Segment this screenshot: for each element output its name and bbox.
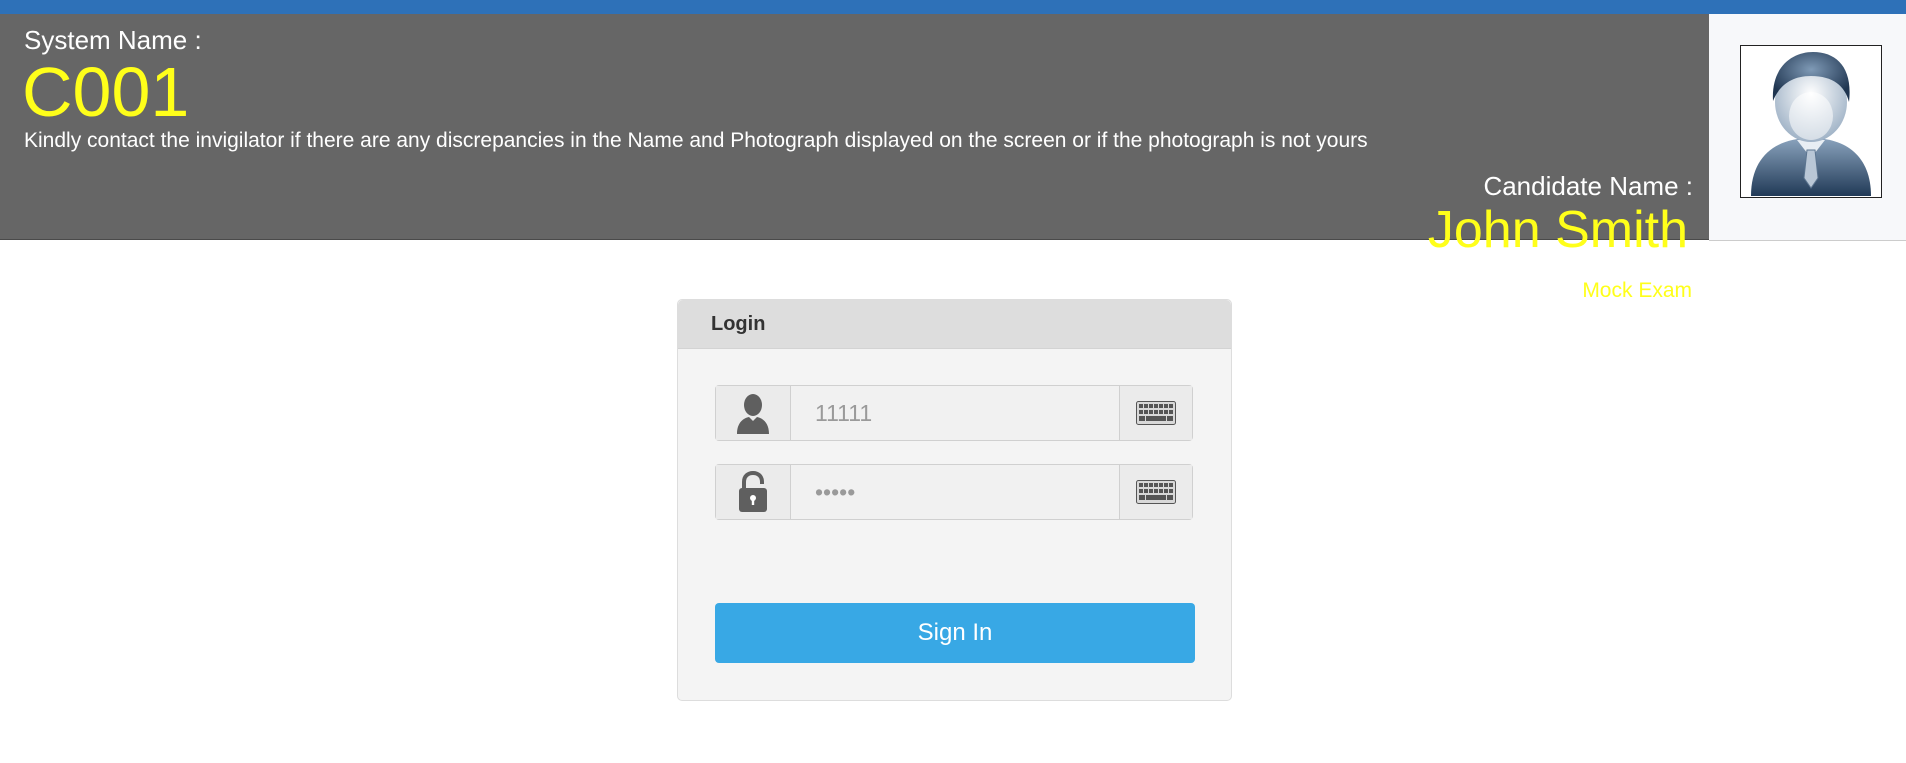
lock-icon [739,471,767,512]
top-accent-bar [0,0,1906,14]
user-icon [737,394,769,434]
candidate-photo [1740,45,1882,198]
exam-name: Mock Exam [1582,279,1692,302]
sign-in-button[interactable]: Sign In [715,603,1195,663]
keyboard-icon [1136,401,1176,425]
username-field-group [715,385,1193,441]
candidate-name-value: John Smith [1427,201,1688,259]
username-addon [716,386,791,440]
password-input[interactable] [791,465,1119,519]
login-panel: Login 11111 Sign In [677,299,1232,701]
username-input[interactable] [791,386,1119,440]
keyboard-icon [1136,480,1176,504]
login-panel-title: Login [678,300,1231,349]
candidate-name-label: Candidate Name : [1483,171,1693,201]
username-keyboard-button[interactable] [1119,386,1192,440]
candidate-photo-panel [1709,14,1906,241]
system-name-value: C001 [22,53,190,131]
password-addon [716,465,791,519]
password-field-group [715,464,1193,520]
password-keyboard-button[interactable] [1119,465,1192,519]
avatar-icon [1751,52,1871,196]
invigilator-notice: Kindly contact the invigilator if there … [24,129,1368,152]
